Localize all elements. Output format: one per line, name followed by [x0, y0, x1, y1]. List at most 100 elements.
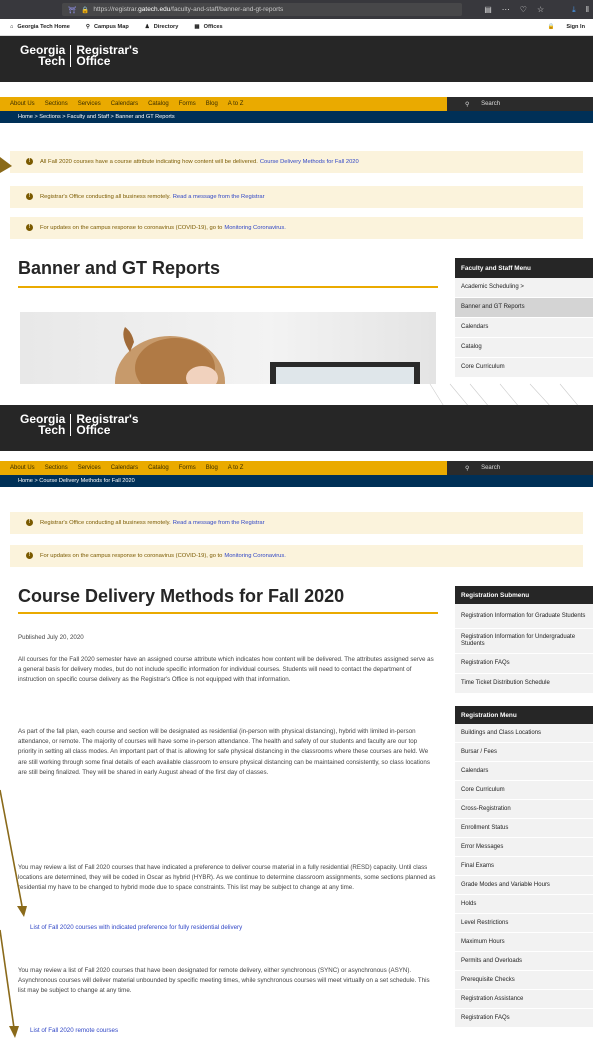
- alert-text: Registrar's Office conducting all busine…: [40, 520, 171, 526]
- header-photo: [20, 312, 436, 384]
- nav-a-to-z[interactable]: A to Z: [228, 465, 244, 471]
- util-link-map[interactable]: Campus Map: [94, 24, 129, 30]
- menu-item[interactable]: Enrollment Status: [455, 819, 593, 838]
- paragraph-intro: All courses for the Fall 2020 semester h…: [18, 656, 434, 684]
- download-icon[interactable]: ⤓: [572, 5, 576, 15]
- shield-icon: ⛩: [68, 6, 77, 14]
- info-icon: !: [26, 519, 33, 526]
- nav-about-us[interactable]: About Us: [10, 101, 35, 107]
- breadcrumb-text[interactable]: Home > Course Delivery Methods for Fall …: [18, 478, 135, 484]
- menu-item[interactable]: Permits and Overloads: [455, 952, 593, 971]
- search-box[interactable]: ⚲ Search: [447, 97, 593, 111]
- nav-blog[interactable]: Blog: [206, 465, 218, 471]
- site-header-2: Georgia TechRegistrar's Office: [0, 405, 593, 451]
- submenu-item-faqs[interactable]: Registration FAQs: [455, 654, 593, 674]
- search-box[interactable]: ⚲ Search: [447, 461, 593, 475]
- nav-blog[interactable]: Blog: [206, 101, 218, 107]
- nav-services[interactable]: Services: [78, 465, 101, 471]
- menu-item[interactable]: Registration Assistance: [455, 990, 593, 1009]
- nav-calendars[interactable]: Calendars: [111, 101, 138, 107]
- menu-item-calendars[interactable]: Calendars: [455, 318, 593, 338]
- logo-office: Office: [76, 423, 111, 437]
- arrow-head: [9, 1026, 19, 1038]
- util-link-offices[interactable]: Offices: [204, 24, 223, 30]
- alert-link[interactable]: Monitoring Coronavirus.: [224, 225, 286, 231]
- nav-calendars[interactable]: Calendars: [111, 465, 138, 471]
- alert-text: For updates on the campus response to co…: [40, 225, 223, 231]
- submenu-item-time-ticket[interactable]: Time Ticket Distribution Schedule: [455, 674, 593, 694]
- sign-in-link[interactable]: 🔒 Sign In: [538, 24, 585, 30]
- nav-catalog[interactable]: Catalog: [148, 465, 169, 471]
- main-nav-2: About Us Sections Services Calendars Cat…: [0, 461, 593, 475]
- nav-catalog[interactable]: Catalog: [148, 101, 169, 107]
- menu-item-academic-scheduling[interactable]: Academic Scheduling >: [455, 278, 593, 298]
- alert-banner: ! For updates on the campus response to c…: [10, 217, 583, 239]
- nav-forms[interactable]: Forms: [179, 101, 196, 107]
- alert-link[interactable]: Read a message from the Registrar: [173, 520, 265, 526]
- menu-item-banner-gt-reports[interactable]: Banner and GT Reports: [455, 298, 593, 318]
- person-icon: ♟: [144, 24, 150, 30]
- faculty-menu-header: Faculty and Staff Menu: [455, 258, 593, 278]
- nav-about-us[interactable]: About Us: [10, 465, 35, 471]
- nav-services[interactable]: Services: [78, 101, 101, 107]
- menu-item[interactable]: Calendars: [455, 762, 593, 781]
- util-link-home[interactable]: Georgia Tech Home: [17, 24, 69, 30]
- logo-tech: Tech: [38, 54, 66, 68]
- remote-courses-link[interactable]: List of Fall 2020 remote courses: [30, 1027, 118, 1034]
- menu-item[interactable]: Bursar / Fees: [455, 743, 593, 762]
- menu-item[interactable]: Cross-Registration: [455, 800, 593, 819]
- url-prefix: https://registrar.: [93, 6, 139, 13]
- main-nav: About Us Sections Services Calendars Cat…: [0, 97, 593, 111]
- menu-item[interactable]: Core Curriculum: [455, 781, 593, 800]
- sign-in-label: Sign In: [566, 24, 585, 30]
- page-title: Banner and GT Reports: [18, 258, 221, 278]
- info-icon: !: [26, 552, 33, 559]
- menu-item[interactable]: Maximum Hours: [455, 933, 593, 952]
- menu-item[interactable]: Final Exams: [455, 857, 593, 876]
- menu-item[interactable]: Registration FAQs: [455, 1009, 593, 1028]
- lock-icon: 🔒: [547, 24, 555, 30]
- more-icon[interactable]: ⋯: [502, 5, 510, 14]
- title-underline: [18, 612, 438, 614]
- menu-item[interactable]: Level Restrictions: [455, 914, 593, 933]
- alert-text: Registrar's Office conducting all busine…: [40, 194, 171, 200]
- alert-link[interactable]: Read a message from the Registrar: [173, 194, 265, 200]
- alert-link[interactable]: Monitoring Coronavirus.: [224, 553, 286, 559]
- util-link-directory[interactable]: Directory: [154, 24, 179, 30]
- site-header: Georgia TechRegistrar's Office: [0, 36, 593, 82]
- alert-banner: ! All Fall 2020 courses have a course att…: [10, 151, 583, 173]
- alert-banner: ! Registrar's Office conducting all busin…: [10, 512, 583, 534]
- nav-forms[interactable]: Forms: [179, 465, 196, 471]
- nav-sections[interactable]: Sections: [45, 465, 68, 471]
- breadcrumb-text[interactable]: Home > Sections > Faculty and Staff > Ba…: [18, 114, 175, 120]
- menu-item[interactable]: Error Messages: [455, 838, 593, 857]
- nav-a-to-z[interactable]: A to Z: [228, 101, 244, 107]
- site-logo[interactable]: Georgia TechRegistrar's Office: [20, 413, 139, 437]
- lock-icon: 🔒: [81, 6, 90, 14]
- logo-tech: Tech: [38, 423, 66, 437]
- menu-item[interactable]: Buildings and Class Locations: [455, 724, 593, 743]
- site-logo[interactable]: Georgia TechRegistrar's Office: [20, 44, 139, 68]
- pocket-icon[interactable]: ♡: [520, 5, 527, 14]
- alert-link[interactable]: Course Delivery Methods for Fall 2020: [260, 159, 359, 165]
- url-domain: gatech.edu: [138, 6, 171, 13]
- nav-sections[interactable]: Sections: [45, 101, 68, 107]
- paragraph-residential: You may review a list of Fall 2020 cours…: [18, 864, 436, 892]
- submenu-item-graduate[interactable]: Registration Information for Graduate St…: [455, 604, 593, 629]
- search-icon: ⚲: [465, 465, 470, 472]
- browser-toolbar: ⛩ 🔒 https://registrar. gatech.edu/faculty…: [0, 0, 593, 19]
- menu-item-core-curriculum[interactable]: Core Curriculum: [455, 358, 593, 378]
- menu-item-catalog[interactable]: Catalog: [455, 338, 593, 358]
- submenu-item-undergraduate[interactable]: Registration Information for Undergradua…: [455, 629, 593, 654]
- star-icon[interactable]: ☆: [537, 5, 544, 14]
- menu-item[interactable]: Grade Modes and Variable Hours: [455, 876, 593, 895]
- residential-courses-link[interactable]: List of Fall 2020 courses with indicated…: [30, 924, 242, 931]
- menu-item[interactable]: Prerequisite Checks: [455, 971, 593, 990]
- library-icon[interactable]: ‖: [586, 5, 589, 14]
- address-bar[interactable]: ⛩ 🔒 https://registrar. gatech.edu/faculty…: [62, 3, 462, 16]
- photo-illustration: [115, 327, 420, 384]
- breadcrumb: Home > Sections > Faculty and Staff > Ba…: [0, 111, 593, 123]
- paragraph-fall-plan: As part of the fall plan, each course an…: [18, 728, 430, 776]
- reader-icon[interactable]: ▤: [484, 5, 492, 14]
- menu-item[interactable]: Holds: [455, 895, 593, 914]
